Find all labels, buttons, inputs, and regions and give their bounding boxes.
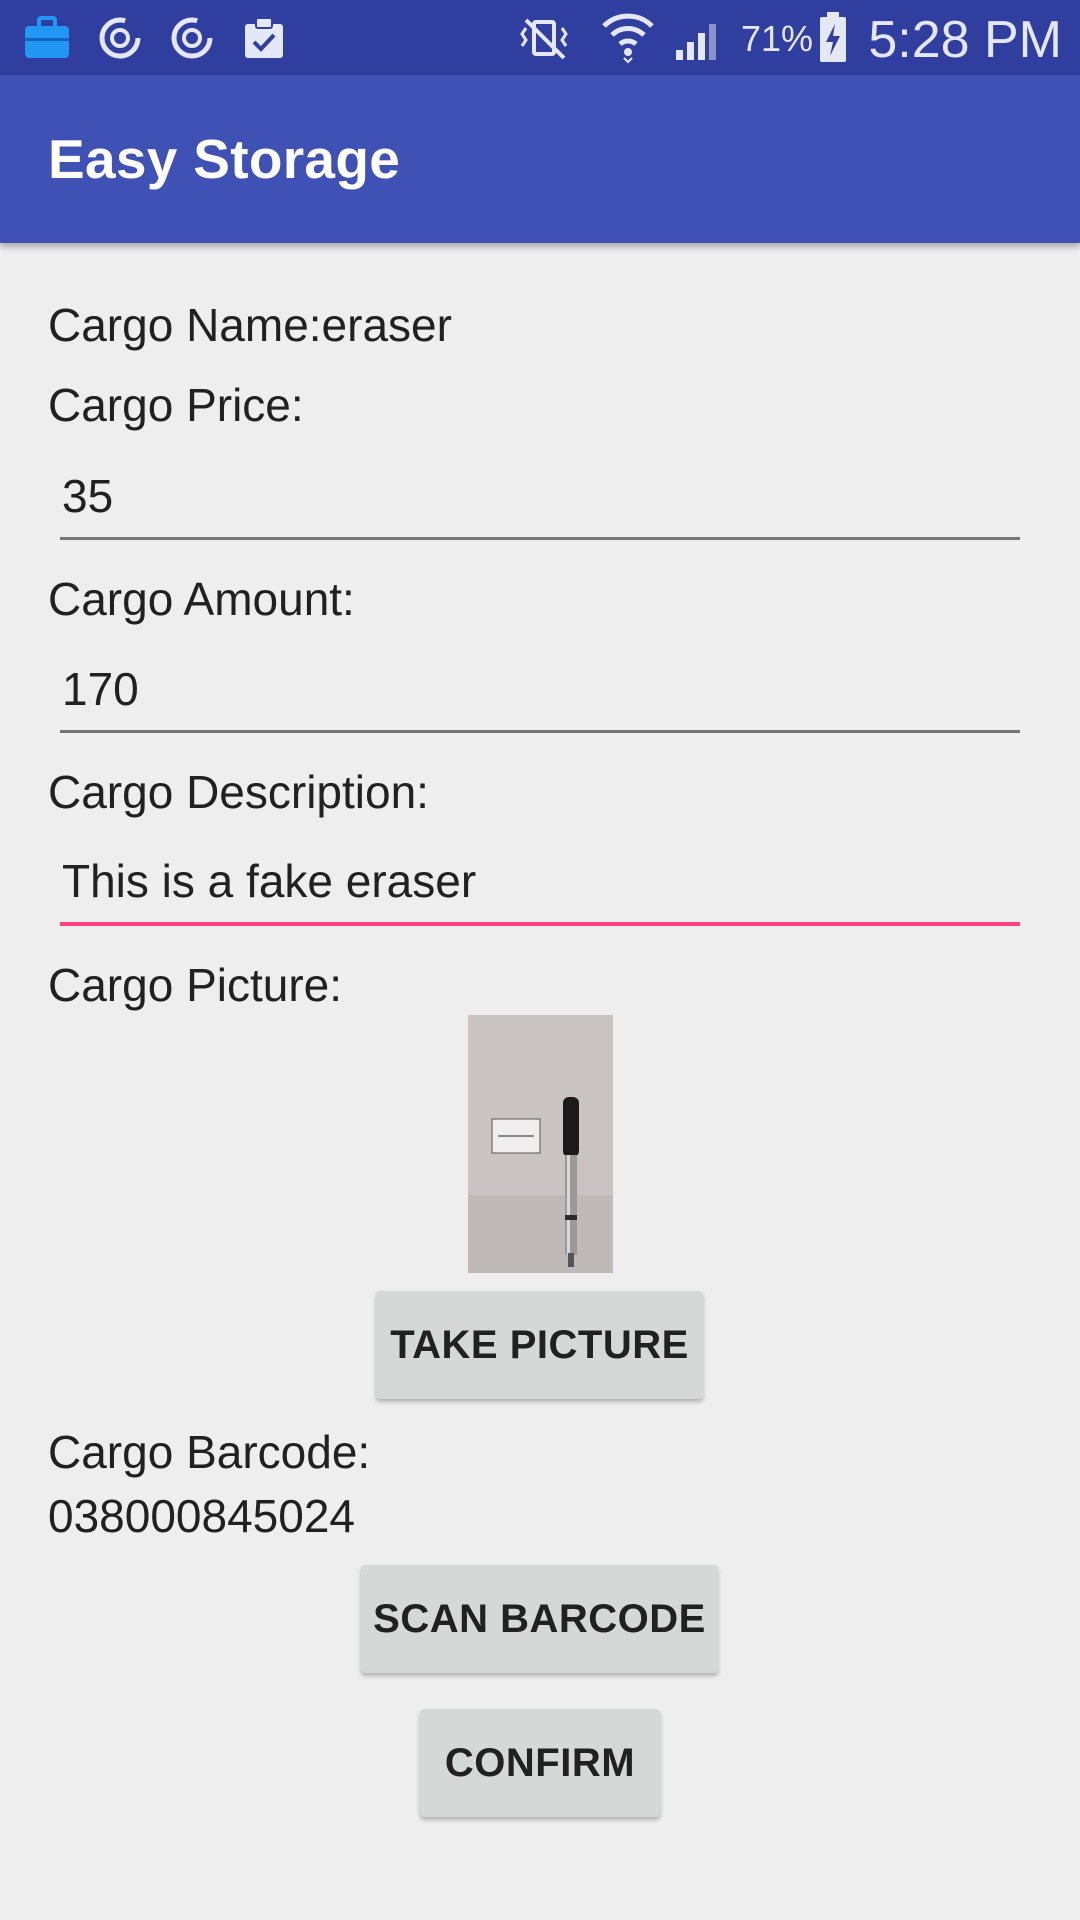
cargo-description-input[interactable] — [60, 846, 1020, 926]
briefcase-icon — [25, 16, 69, 58]
wifi-icon — [602, 13, 654, 64]
sync-icon — [99, 17, 141, 59]
cargo-photo — [468, 1015, 613, 1273]
cargo-description-label: Cargo Description: — [48, 766, 429, 818]
sync-icon — [171, 17, 213, 59]
cargo-price-input[interactable] — [60, 460, 1020, 540]
status-bar: 71% 5:28 PM — [0, 0, 1080, 75]
cargo-picture-label: Cargo Picture: — [48, 959, 343, 1011]
clock: 5:28 PM — [868, 11, 1062, 69]
cargo-amount-label: Cargo Amount: — [48, 573, 355, 625]
cargo-barcode-value: 038000845024 — [48, 1490, 355, 1542]
app-bar: Easy Storage — [0, 75, 1080, 243]
battery-percent: 71% — [741, 18, 814, 59]
battery-charging-icon — [820, 12, 846, 62]
cargo-barcode-label: Cargo Barcode: — [48, 1426, 371, 1478]
scan-barcode-button[interactable]: SCAN BARCODE — [361, 1565, 718, 1673]
app-title: Easy Storage — [48, 128, 401, 190]
vibrate-mute-icon — [520, 18, 568, 60]
cargo-name-label: Cargo Name:eraser — [48, 299, 452, 351]
cargo-picture-thumbnail — [468, 1015, 613, 1273]
clipboard-check-icon — [245, 17, 283, 58]
signal-icon — [676, 24, 716, 60]
confirm-button[interactable]: CONFIRM — [420, 1709, 660, 1817]
take-picture-button[interactable]: TAKE PICTURE — [376, 1291, 703, 1399]
cargo-amount-input[interactable] — [60, 653, 1020, 733]
cargo-price-label: Cargo Price: — [48, 379, 304, 431]
screen: 71% 5:28 PM Easy Storage Cargo Name:eras… — [0, 0, 1080, 1920]
